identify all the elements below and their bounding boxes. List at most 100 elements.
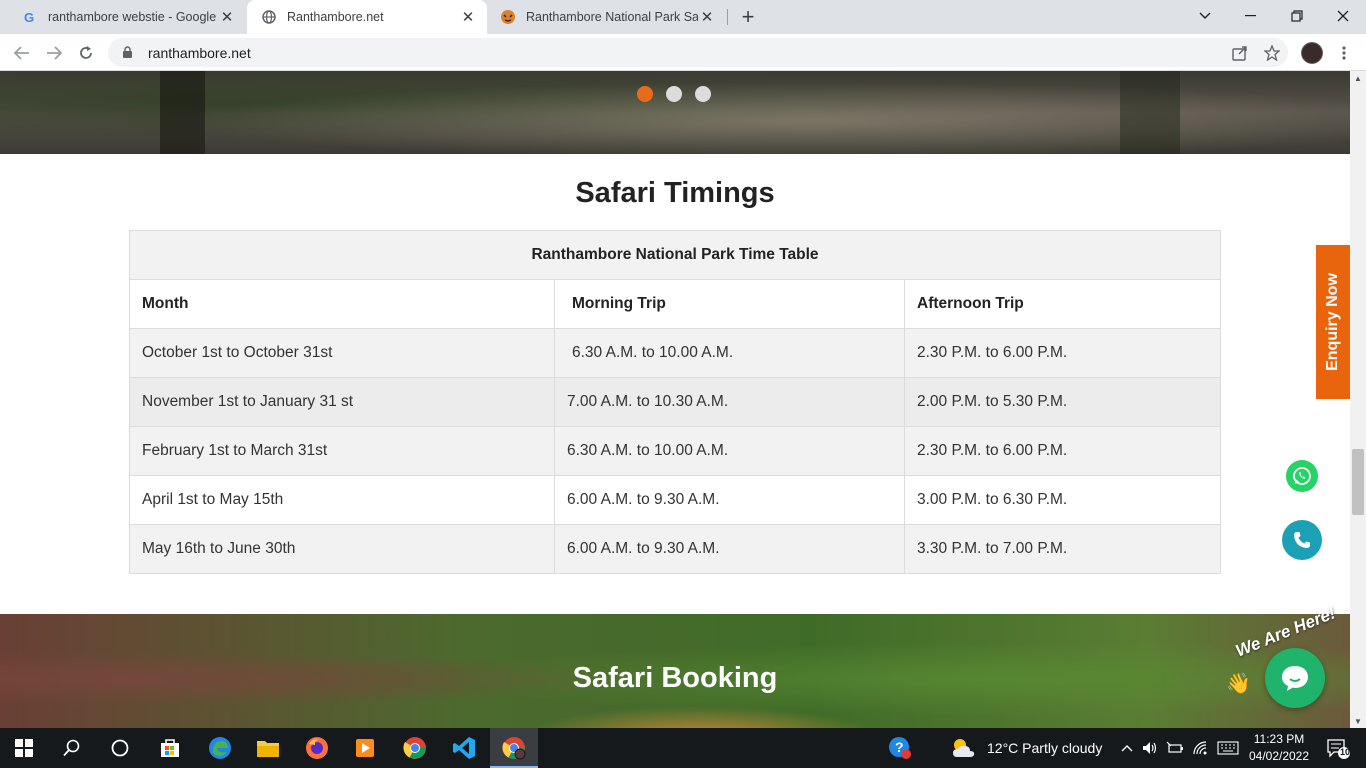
cortana-icon <box>111 739 129 757</box>
bookmark-button[interactable] <box>1261 42 1283 64</box>
cell-morning: 6.30 A.M. to 10.00 A.M. <box>554 328 905 378</box>
vscode-icon <box>453 737 475 759</box>
table-row: May 16th to June 30th 6.00 A.M. to 9.30 … <box>129 524 1221 574</box>
tab-title: Ranthambore National Park Sawa <box>526 10 698 24</box>
close-icon[interactable]: ✕ <box>459 8 477 26</box>
tab-google-search[interactable]: G ranthambore webstie - Google Se ✕ <box>8 0 246 34</box>
chrome-profile-app[interactable] <box>490 728 538 768</box>
cell-afternoon: 3.00 P.M. to 6.30 P.M. <box>904 475 1221 525</box>
firefox-icon <box>306 737 328 759</box>
vscode-app[interactable] <box>440 728 488 768</box>
slider-dots <box>637 86 711 102</box>
windows-logo-icon <box>15 739 33 757</box>
table-caption: Ranthambore National Park Time Table <box>129 230 1221 280</box>
store-app[interactable] <box>146 728 194 768</box>
profile-avatar[interactable] <box>1301 42 1323 64</box>
media-player-app[interactable] <box>341 728 389 768</box>
cell-afternoon: 2.30 P.M. to 6.00 P.M. <box>904 328 1221 378</box>
whatsapp-icon <box>1293 467 1311 485</box>
share-button[interactable] <box>1229 42 1251 64</box>
cell-month: May 16th to June 30th <box>129 524 555 574</box>
tray-overflow-button[interactable] <box>1116 728 1138 768</box>
close-icon[interactable]: ✕ <box>698 8 716 26</box>
reload-icon <box>80 46 92 59</box>
close-icon[interactable]: ✕ <box>218 8 236 26</box>
star-icon <box>1264 45 1280 61</box>
reload-button[interactable] <box>73 40 99 66</box>
edge-app[interactable] <box>196 728 244 768</box>
tab-ranthambore-net[interactable]: Ranthambore.net ✕ <box>247 0 487 34</box>
folder-icon <box>257 741 279 757</box>
start-button[interactable] <box>0 728 48 768</box>
table-row: April 1st to May 15th 6.00 A.M. to 9.30 … <box>129 475 1221 525</box>
tab-title: Ranthambore.net <box>287 10 384 24</box>
cell-month: November 1st to January 31 st <box>129 377 555 427</box>
wifi-icon <box>1193 741 1207 755</box>
browser-toolbar: ranthambore.net <box>0 34 1366 71</box>
search-button[interactable] <box>48 728 96 768</box>
tab-ranthambore-park[interactable]: Ranthambore National Park Sawa ✕ <box>486 0 726 34</box>
scroll-down-arrow-icon[interactable]: ▼ <box>1350 714 1366 728</box>
scrollbar-thumb[interactable] <box>1352 449 1364 515</box>
tab-search-button[interactable] <box>1182 0 1228 32</box>
chrome-app[interactable] <box>391 728 439 768</box>
globe-icon <box>261 9 277 25</box>
new-tab-button[interactable]: + <box>736 4 760 29</box>
kebab-menu-icon <box>1342 46 1346 60</box>
volume-button[interactable] <box>1139 728 1161 768</box>
forward-button[interactable] <box>41 40 67 66</box>
chat-widget-button[interactable] <box>1265 648 1325 708</box>
back-button[interactable] <box>9 40 35 66</box>
table-header-row: Month Morning Trip Afternoon Trip <box>129 279 1221 329</box>
minimize-button[interactable] <box>1228 0 1274 32</box>
chrome-icon <box>502 737 526 760</box>
file-explorer-app[interactable] <box>244 728 292 768</box>
cell-morning: 7.00 A.M. to 10.30 A.M. <box>554 377 905 427</box>
lock-icon <box>122 46 136 60</box>
system-clock[interactable]: 11:23 PM 04/02/2022 <box>1244 731 1314 765</box>
page-scrollbar[interactable]: ▲ ▼ <box>1350 71 1366 728</box>
booking-title: Safari Booking <box>572 662 778 694</box>
search-icon <box>63 739 80 757</box>
slider-dot[interactable] <box>695 86 711 102</box>
battery-charging-icon <box>1166 741 1183 753</box>
phone-icon <box>1294 532 1310 548</box>
hero-slider <box>0 71 1350 154</box>
partly-cloudy-icon <box>953 739 975 757</box>
chrome-icon <box>403 737 426 759</box>
slider-dot[interactable] <box>666 86 682 102</box>
table-row: February 1st to March 31st 6.30 A.M. to … <box>129 426 1221 476</box>
address-bar[interactable]: ranthambore.net <box>108 38 1288 67</box>
google-icon: G <box>22 9 38 25</box>
firefox-app[interactable] <box>293 728 341 768</box>
chevron-up-icon <box>1121 745 1133 752</box>
waving-hand-icon: 👋 <box>1226 673 1251 695</box>
restore-button[interactable] <box>1274 0 1320 32</box>
browser-tab-strip: G ranthambore webstie - Google Se ✕ Rant… <box>0 0 1366 34</box>
page-viewport: Safari Timings Ranthambore National Park… <box>0 71 1350 728</box>
chevron-down-icon <box>1199 12 1211 19</box>
help-app[interactable]: ? <box>876 728 924 768</box>
keyboard-icon <box>1217 741 1239 755</box>
call-button[interactable] <box>1282 520 1322 560</box>
safari-booking-banner: Safari Booking <box>0 614 1350 728</box>
help-icon: ? <box>889 737 911 759</box>
notification-center-button[interactable]: 10 <box>1318 728 1358 768</box>
enquiry-now-button[interactable]: Enquiry Now <box>1316 245 1350 399</box>
menu-button[interactable] <box>1334 42 1354 64</box>
whatsapp-button[interactable] <box>1286 460 1318 492</box>
close-window-button[interactable] <box>1320 0 1366 32</box>
battery-button[interactable] <box>1163 728 1187 768</box>
network-button[interactable] <box>1189 728 1213 768</box>
keyboard-button[interactable] <box>1214 728 1242 768</box>
weather-widget[interactable] <box>944 728 984 768</box>
hero-image-detail <box>160 71 205 154</box>
back-arrow-icon <box>14 46 29 60</box>
chat-bubble-icon <box>1282 666 1308 691</box>
slider-dot[interactable] <box>637 86 653 102</box>
weather-text[interactable]: 12°C Partly cloudy <box>987 740 1102 756</box>
task-view-button[interactable] <box>96 728 144 768</box>
scroll-up-arrow-icon[interactable]: ▲ <box>1350 71 1366 85</box>
cell-month: October 1st to October 31st <box>129 328 555 378</box>
table-row: November 1st to January 31 st 7.00 A.M. … <box>129 377 1221 427</box>
